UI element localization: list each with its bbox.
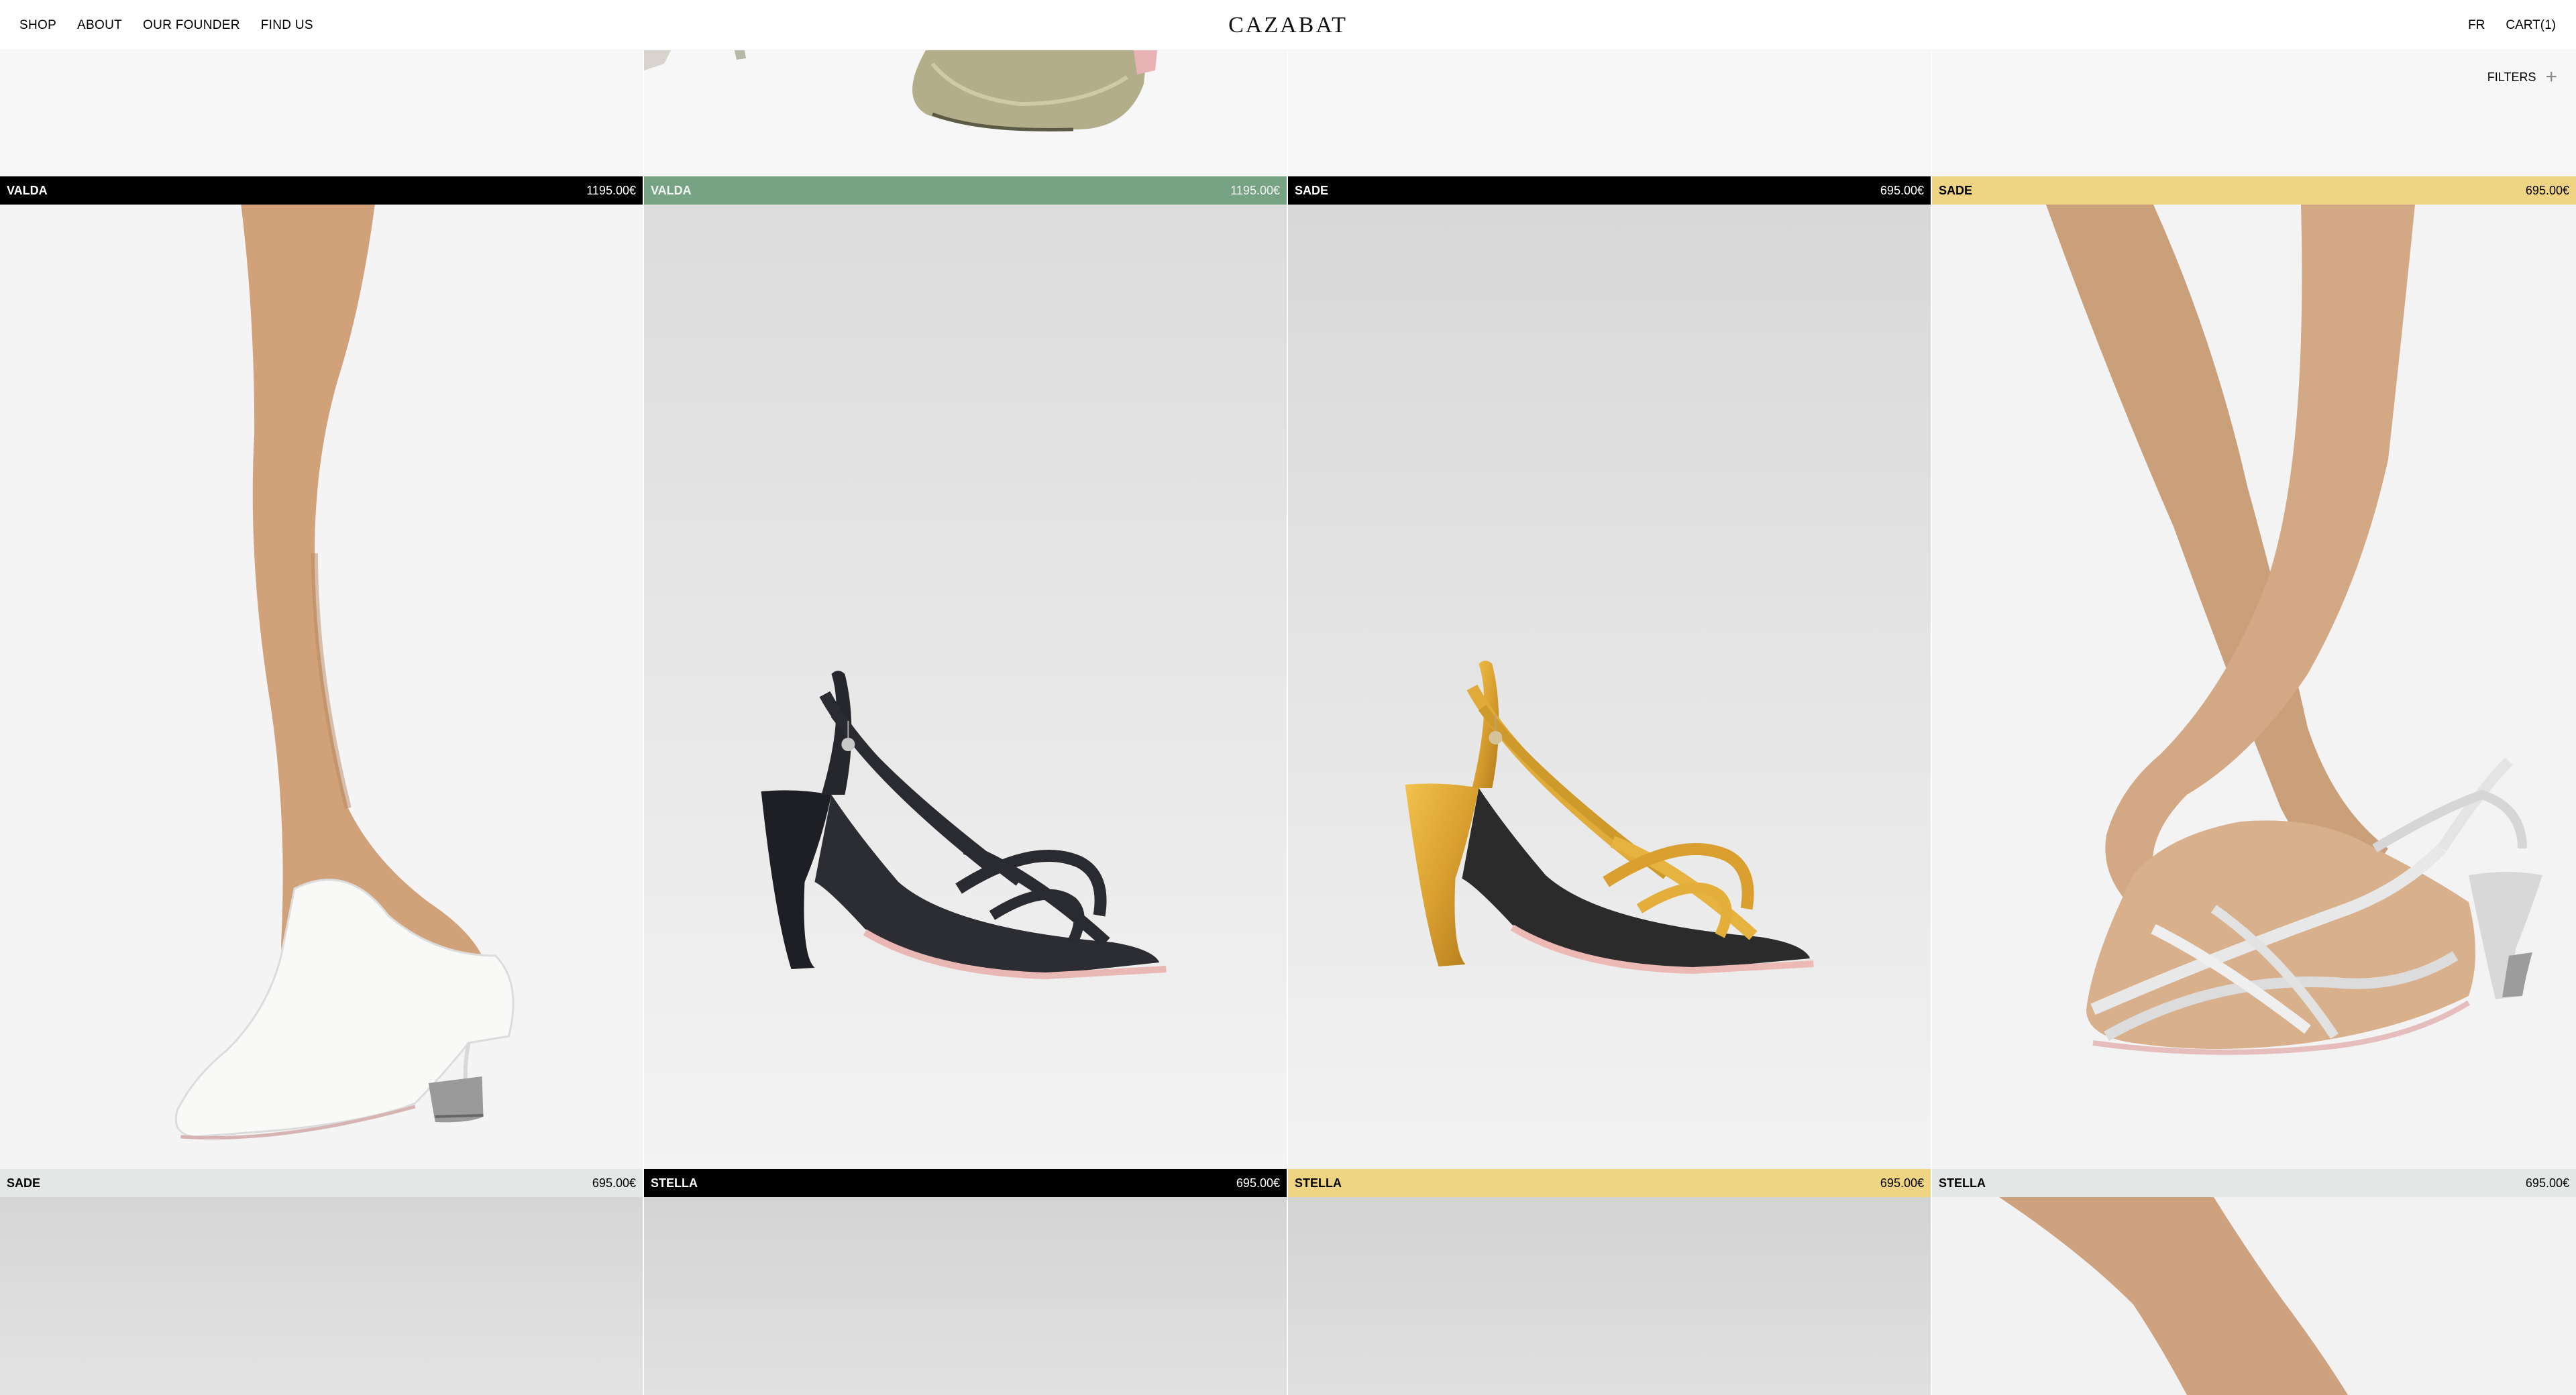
product-photo-white-mule[interactable] (0, 205, 643, 1169)
cart-link[interactable]: CART(1) (2506, 18, 2556, 33)
product-card[interactable]: SADE 695.00€ (1932, 176, 2576, 1169)
silver-sandal-image (1932, 205, 2576, 1169)
product-photo-gold-sandal[interactable] (1288, 205, 1931, 1169)
product-card[interactable]: STELLA 695.00€ (1288, 1169, 1932, 1395)
product-photo[interactable] (644, 1197, 1287, 1395)
product-photo[interactable] (0, 1197, 643, 1395)
product-card[interactable]: STELLA 695.00€ (644, 1169, 1288, 1395)
product-price: 1195.00€ (586, 183, 636, 197)
main-nav: SHOP ABOUT OUR FOUNDER FIND US (19, 0, 334, 50)
product-card[interactable]: SADE 695.00€ (0, 1169, 644, 1395)
product-name: SADE (1295, 183, 1329, 197)
product-photo-black-sandal[interactable] (644, 205, 1287, 1169)
plus-icon: + (2545, 66, 2557, 88)
product-photo-silver-sandal[interactable] (1932, 205, 2576, 1169)
product-grid-row-2: SADE 695.00€ STELLA 695.00€ STELLA 695.0… (0, 1169, 2576, 1395)
utility-nav: FR CART(1) (2447, 0, 2556, 50)
product-image-partial[interactable] (1288, 50, 1932, 176)
product-bar: SADE 695.00€ (1288, 176, 1931, 205)
product-grid-row-1: VALDA 1195.00€ VALDA 1195.00€ SADE 695.0… (0, 176, 2576, 1169)
product-name: VALDA (7, 183, 48, 197)
product-name: SADE (1939, 183, 1973, 197)
brand-logo[interactable]: CAZABAT (1228, 0, 1348, 50)
product-name: VALDA (651, 183, 692, 197)
product-price: 695.00€ (2525, 183, 2569, 197)
nav-find-us-link[interactable]: FIND US (261, 18, 313, 33)
leg-image (1932, 1197, 2576, 1395)
product-bar: VALDA 1195.00€ (644, 176, 1287, 205)
product-price: 695.00€ (1236, 1176, 1280, 1190)
product-image (644, 1197, 1287, 1395)
nav-about-link[interactable]: ABOUT (77, 18, 122, 33)
product-card[interactable]: VALDA 1195.00€ (644, 176, 1288, 1169)
site-header: SHOP ABOUT OUR FOUNDER FIND US CAZABAT F… (0, 0, 2576, 50)
product-card[interactable]: SADE 695.00€ (1288, 176, 1932, 1169)
product-image-partial[interactable] (0, 50, 644, 176)
product-photo[interactable] (1288, 1197, 1931, 1395)
product-bar: SADE 695.00€ (1932, 176, 2576, 205)
nav-shop-link[interactable]: SHOP (19, 18, 56, 33)
filters-label: FILTERS (2487, 70, 2536, 84)
product-image-partial[interactable] (644, 50, 1288, 176)
product-bar: STELLA 695.00€ (644, 1169, 1287, 1197)
product-bar: STELLA 695.00€ (1288, 1169, 1931, 1197)
product-bar: SADE 695.00€ (0, 1169, 643, 1197)
white-mule-image (0, 205, 643, 1169)
product-bar: VALDA 1195.00€ (0, 176, 643, 205)
language-switch-link[interactable]: FR (2468, 18, 2485, 33)
product-price: 695.00€ (1880, 183, 1924, 197)
product-price: 1195.00€ (1230, 183, 1280, 197)
product-image-partial[interactable] (1932, 50, 2576, 176)
previous-products-row (0, 50, 2576, 176)
product-name: STELLA (1295, 1176, 1342, 1190)
product-card[interactable]: VALDA 1195.00€ (0, 176, 644, 1169)
product-price: 695.00€ (1880, 1176, 1924, 1190)
product-price: 695.00€ (592, 1176, 636, 1190)
green-shoe-partial-image (644, 50, 1287, 176)
product-price: 695.00€ (2525, 1176, 2569, 1190)
product-image (0, 1197, 643, 1395)
black-sandal-image (644, 205, 1287, 1169)
product-image (1288, 1197, 1931, 1395)
nav-our-founder-link[interactable]: OUR FOUNDER (143, 18, 240, 33)
product-name: STELLA (1939, 1176, 1986, 1190)
gold-sandal-image (1288, 205, 1931, 1169)
product-name: SADE (7, 1176, 41, 1190)
product-bar: STELLA 695.00€ (1932, 1169, 2576, 1197)
product-name: STELLA (651, 1176, 698, 1190)
product-card[interactable]: STELLA 695.00€ (1932, 1169, 2576, 1395)
product-photo[interactable] (1932, 1197, 2576, 1395)
filters-toggle[interactable]: FILTERS + (2487, 67, 2557, 87)
